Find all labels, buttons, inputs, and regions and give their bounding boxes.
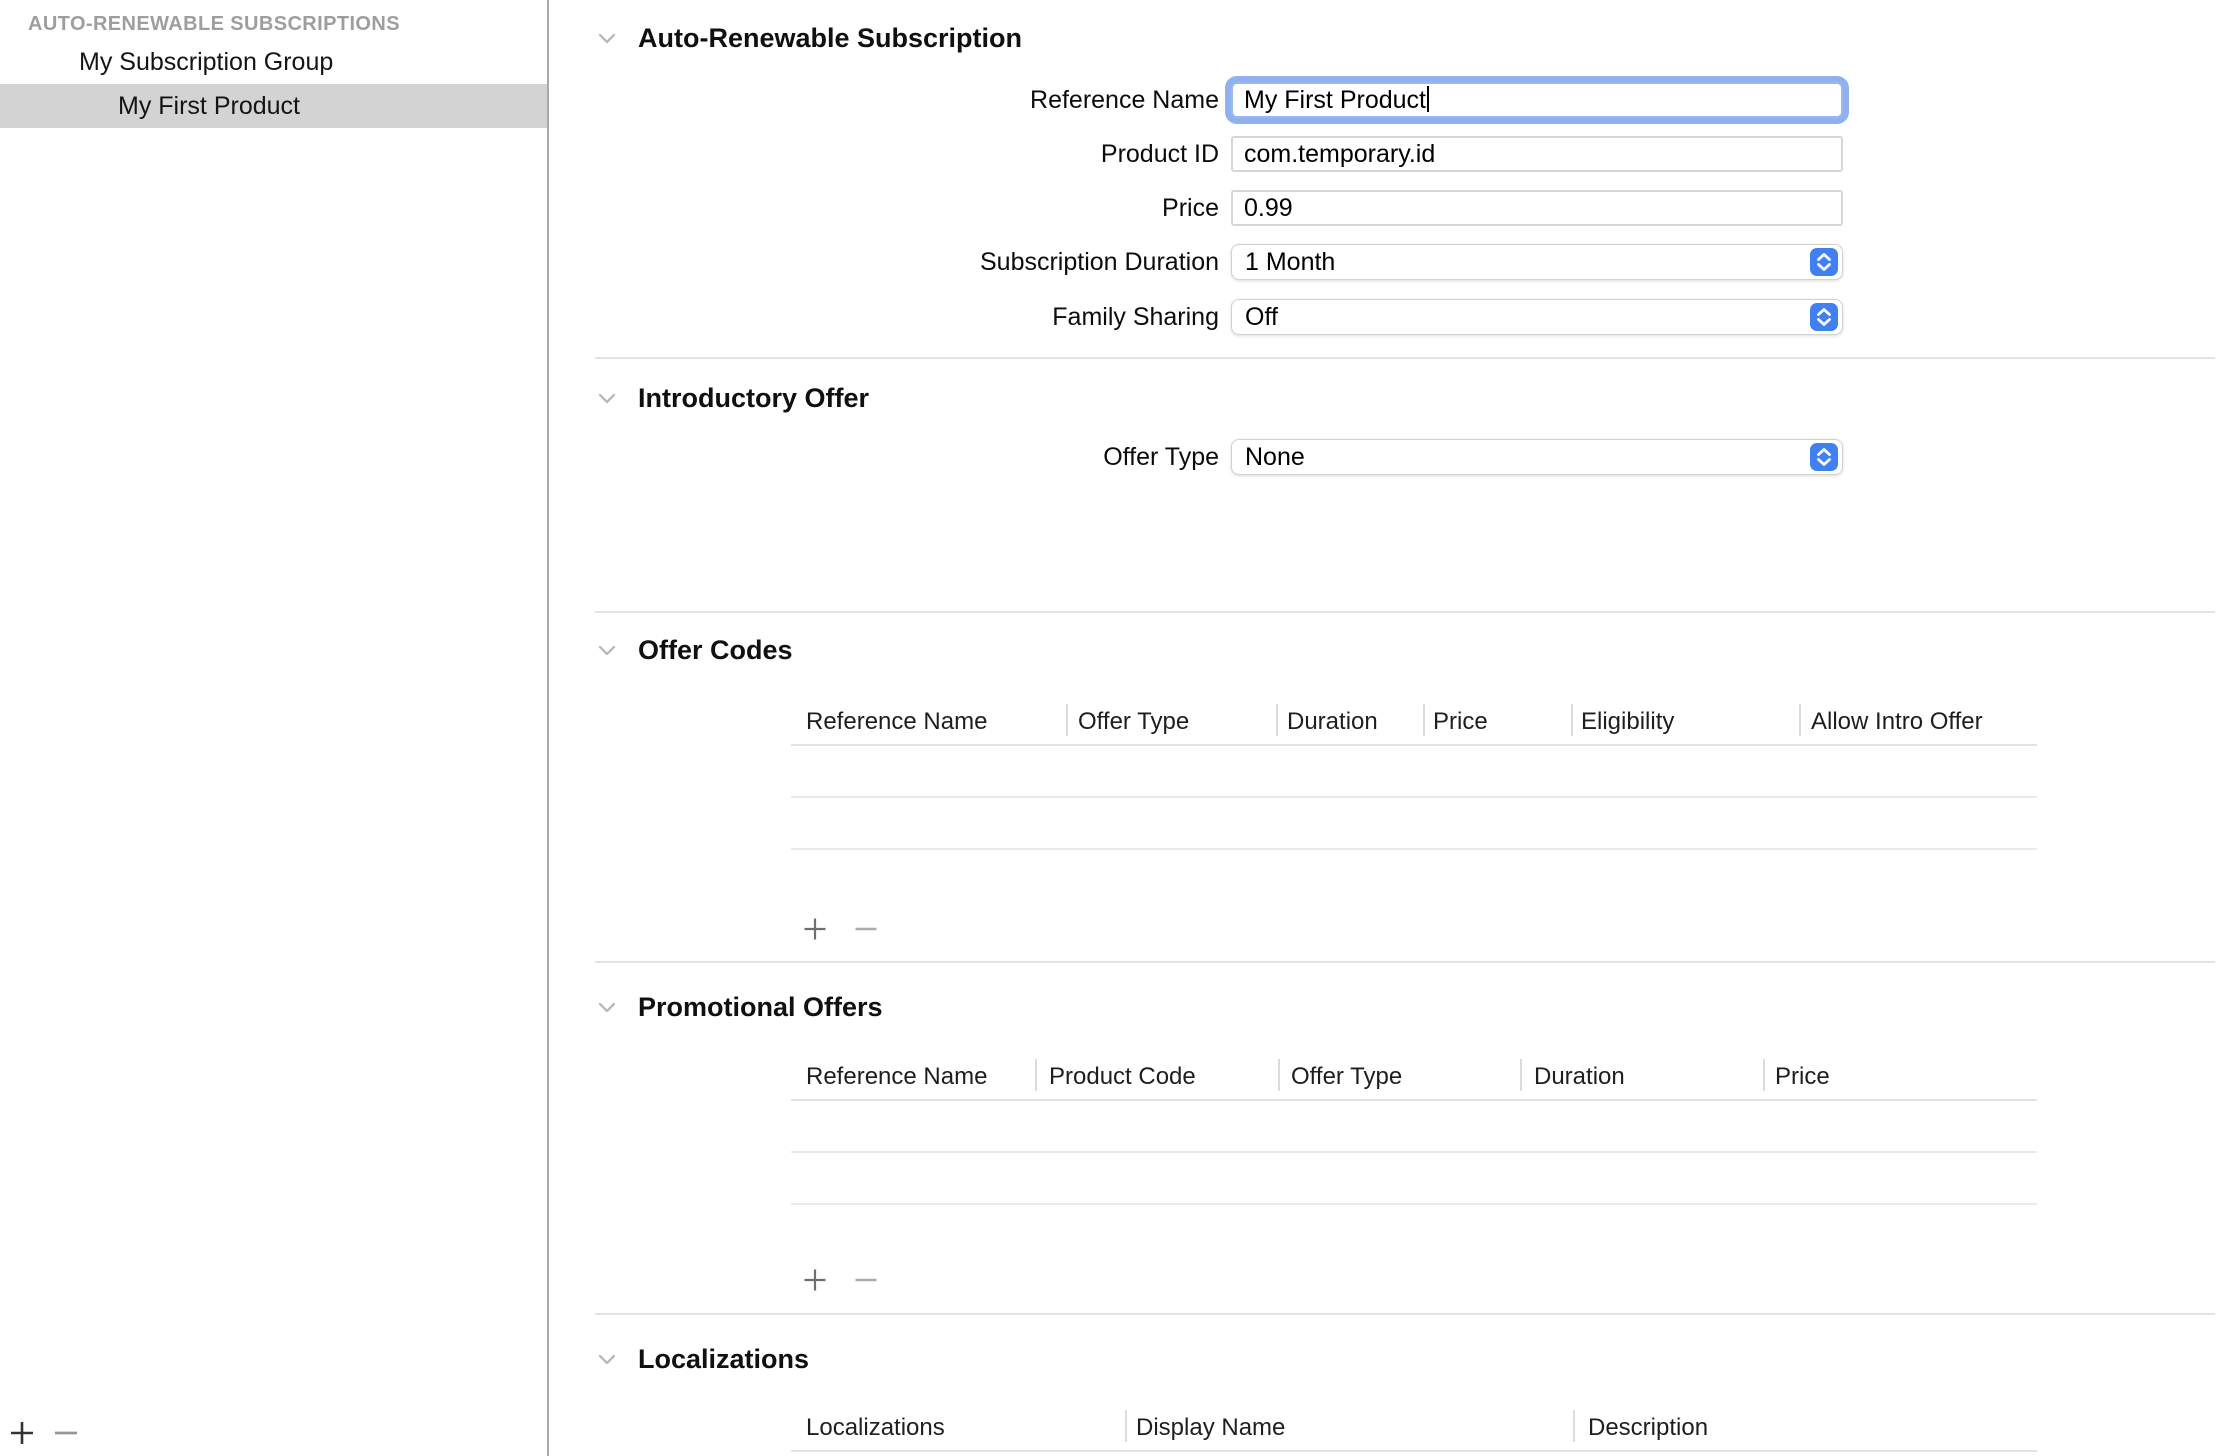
family-sharing-label: Family Sharing <box>551 299 1219 335</box>
column-header[interactable]: Allow Intro Offer <box>1811 700 1983 744</box>
collapse-promotional-offers-chevron-down-icon[interactable] <box>595 995 619 1019</box>
table-row <box>791 1101 2037 1153</box>
table-row <box>791 746 2037 798</box>
plus-icon <box>801 930 829 947</box>
family-sharing-value: Off <box>1245 303 1278 331</box>
collapse-localizations-chevron-down-icon[interactable] <box>595 1347 619 1371</box>
section-divider <box>595 1313 2215 1315</box>
plus-icon <box>801 1281 829 1298</box>
sidebar-item-label: My Subscription Group <box>79 48 333 76</box>
sidebar-group-header: AUTO-RENEWABLE SUBSCRIPTIONS <box>28 13 400 36</box>
table-row <box>791 1153 2037 1205</box>
section-title-introductory-offer: Introductory Offer <box>638 383 869 413</box>
remove-product-button[interactable] <box>51 1418 81 1448</box>
add-product-button[interactable] <box>7 1418 37 1448</box>
column-header[interactable]: Description <box>1588 1406 1708 1450</box>
remove-promotional-offer-button[interactable] <box>852 1266 880 1294</box>
minus-icon <box>51 1435 81 1452</box>
minus-icon <box>852 1281 880 1298</box>
minus-icon <box>852 930 880 947</box>
offer-codes-table-header: Reference Name Offer Type Duration Price… <box>791 700 2037 746</box>
product-id-input[interactable]: com.temporary.id <box>1231 136 1843 172</box>
add-promotional-offer-button[interactable] <box>801 1266 829 1294</box>
collapse-intro-offer-chevron-down-icon[interactable] <box>595 386 619 410</box>
column-divider <box>1035 1059 1037 1091</box>
reference-name-value: My First Product <box>1244 86 1426 114</box>
column-header[interactable]: Reference Name <box>806 700 987 744</box>
add-offer-code-button[interactable] <box>801 915 829 943</box>
column-divider <box>1125 1410 1127 1442</box>
popup-stepper-icon <box>1810 303 1838 331</box>
section-title-offer-codes: Offer Codes <box>638 635 793 665</box>
column-header[interactable]: Offer Type <box>1291 1055 1402 1099</box>
column-divider <box>1278 1059 1280 1091</box>
column-divider <box>1571 704 1573 736</box>
column-divider <box>1573 1410 1575 1442</box>
text-cursor <box>1427 86 1429 112</box>
offer-type-label: Offer Type <box>551 439 1219 475</box>
section-title-subscription: Auto-Renewable Subscription <box>638 23 1022 53</box>
column-divider <box>1520 1059 1522 1091</box>
popup-stepper-icon <box>1810 248 1838 276</box>
price-value: 0.99 <box>1244 194 1293 222</box>
price-input[interactable]: 0.99 <box>1231 190 1843 226</box>
column-header[interactable]: Product Code <box>1049 1055 1196 1099</box>
offer-type-popup[interactable]: None <box>1231 439 1843 475</box>
section-title-promotional-offers: Promotional Offers <box>638 992 883 1022</box>
subscription-duration-label: Subscription Duration <box>551 244 1219 280</box>
popup-stepper-icon <box>1810 443 1838 471</box>
family-sharing-popup[interactable]: Off <box>1231 299 1843 335</box>
section-divider <box>595 357 2215 359</box>
column-divider <box>1763 1059 1765 1091</box>
editor-pane: Auto-Renewable Subscription Reference Na… <box>551 0 2226 1456</box>
column-header[interactable]: Duration <box>1287 700 1378 744</box>
column-header[interactable]: Price <box>1433 700 1488 744</box>
column-header[interactable]: Eligibility <box>1581 700 1674 744</box>
column-divider <box>1799 704 1801 736</box>
reference-name-input[interactable]: My First Product <box>1231 82 1843 118</box>
remove-offer-code-button[interactable] <box>852 915 880 943</box>
price-label: Price <box>551 190 1219 226</box>
reference-name-label: Reference Name <box>551 82 1219 118</box>
sidebar-item-label: My First Product <box>118 92 300 120</box>
product-id-value: com.temporary.id <box>1244 140 1435 168</box>
section-divider <box>595 961 2215 963</box>
offer-type-value: None <box>1245 443 1305 471</box>
subscription-duration-popup[interactable]: 1 Month <box>1231 244 1843 280</box>
column-header[interactable]: Duration <box>1534 1055 1625 1099</box>
localizations-table-header: Localizations Display Name Description <box>791 1406 2037 1452</box>
promotional-offers-table-header: Reference Name Product Code Offer Type D… <box>791 1055 2037 1101</box>
column-divider <box>1276 704 1278 736</box>
column-header[interactable]: Localizations <box>806 1406 945 1450</box>
section-title-localizations: Localizations <box>638 1344 809 1374</box>
plus-icon <box>7 1435 37 1452</box>
column-header[interactable]: Price <box>1775 1055 1830 1099</box>
sidebar-item-my-subscription-group[interactable]: My Subscription Group <box>0 40 547 84</box>
product-id-label: Product ID <box>551 136 1219 172</box>
collapse-offer-codes-chevron-down-icon[interactable] <box>595 638 619 662</box>
column-divider <box>1066 704 1068 736</box>
collapse-subscription-chevron-down-icon[interactable] <box>595 26 619 50</box>
column-header[interactable]: Display Name <box>1136 1406 1285 1450</box>
column-divider <box>1423 704 1425 736</box>
sidebar: AUTO-RENEWABLE SUBSCRIPTIONS My Subscrip… <box>0 0 549 1456</box>
column-header[interactable]: Offer Type <box>1078 700 1189 744</box>
section-divider <box>595 611 2215 613</box>
subscription-duration-value: 1 Month <box>1245 248 1335 276</box>
sidebar-item-my-first-product[interactable]: My First Product <box>0 84 547 128</box>
table-row <box>791 798 2037 850</box>
column-header[interactable]: Reference Name <box>806 1055 987 1099</box>
